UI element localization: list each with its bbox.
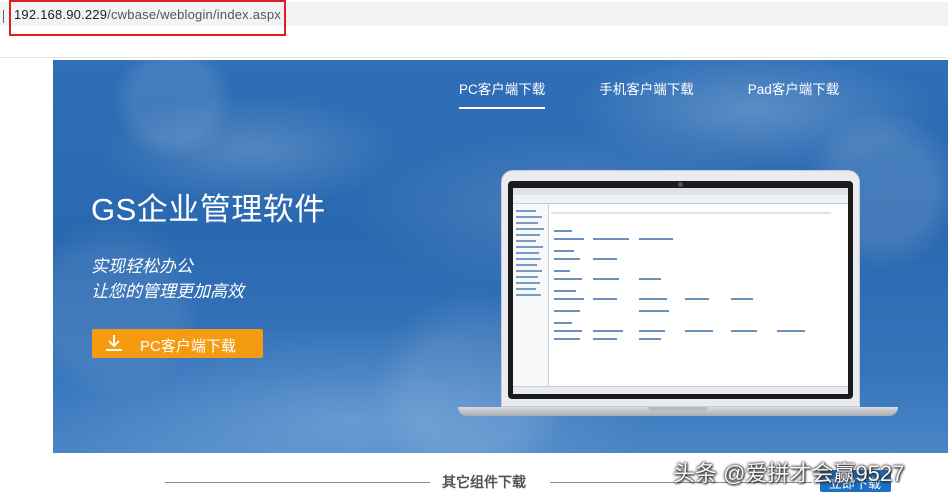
download-tabs: PC客户端下载 手机客户端下载 Pad客户端下载 (459, 78, 839, 109)
webcam-icon (678, 182, 683, 187)
laptop-bezel (508, 181, 853, 399)
screenshot-content (551, 206, 848, 392)
tab-mobile-client[interactable]: 手机客户端下载 (599, 78, 694, 109)
download-button-label: PC客户端下载 (140, 338, 236, 355)
hero-banner: PC客户端下载 手机客户端下载 Pad客户端下载 GS企业管理软件 实现轻松办公… (53, 60, 948, 453)
url-highlight-box (9, 0, 286, 36)
software-screenshot (513, 188, 848, 394)
tab-pad-client[interactable]: Pad客户端下载 (748, 78, 840, 109)
browser-toolbar: 192.168.90.229/cwbase/weblogin/index.asp… (0, 0, 948, 40)
laptop-lid (501, 170, 860, 407)
section-title: 其它组件下载 (442, 474, 526, 490)
toolbar-divider (0, 57, 948, 58)
slogan-line-1: 实现轻松办公 (91, 257, 193, 276)
pc-client-download-button[interactable]: PC客户端下载 (92, 329, 263, 358)
slogan-line-2: 让您的管理更加高效 (91, 282, 244, 301)
download-icon (106, 335, 122, 351)
screenshot-tree (513, 204, 549, 394)
section-divider-left (165, 482, 430, 483)
tab-pc-client[interactable]: PC客户端下载 (459, 78, 546, 109)
watermark-text: 头条 @爱拼才会赢9527 (673, 461, 905, 486)
text-caret (3, 10, 4, 23)
product-title: GS企业管理软件 (91, 192, 326, 227)
laptop-illustration (458, 170, 898, 420)
